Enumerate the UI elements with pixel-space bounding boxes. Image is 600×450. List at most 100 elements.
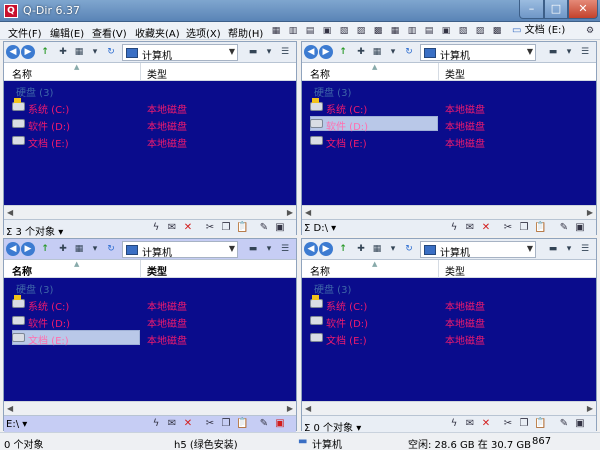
cut-icon[interactable]: ✂ bbox=[204, 222, 216, 234]
list-item-selected[interactable]: 软件 (D:) 本地磁盘 bbox=[302, 116, 596, 133]
edit-icon[interactable]: ✎ bbox=[258, 418, 270, 430]
column-separator[interactable] bbox=[140, 63, 141, 81]
dropdown-icon[interactable]: ▾ bbox=[386, 45, 400, 59]
delete-icon[interactable]: ✕ bbox=[182, 222, 194, 234]
layout-icon[interactable]: ▦ bbox=[270, 25, 282, 37]
new-folder-icon[interactable]: ✚ bbox=[354, 45, 368, 59]
delete-icon[interactable]: ✕ bbox=[182, 418, 194, 430]
column-type[interactable]: 类型 bbox=[147, 263, 167, 278]
list-item[interactable]: 系统 (C:) 本地磁盘 bbox=[4, 98, 296, 116]
options-icon[interactable]: ⚙ bbox=[584, 25, 596, 37]
list-item-selected[interactable]: 文档 (E:) 本地磁盘 bbox=[4, 330, 296, 347]
mail-icon[interactable]: ✉ bbox=[464, 222, 476, 234]
chevron-down-icon[interactable]: ▾ bbox=[562, 242, 576, 256]
menu-help[interactable]: 帮助(H) bbox=[228, 25, 263, 40]
paste-icon[interactable]: 📋 bbox=[534, 418, 546, 430]
layout-2-icon[interactable]: ▥ bbox=[287, 25, 299, 37]
properties-icon[interactable]: ▣ bbox=[574, 222, 586, 234]
lightning-icon[interactable]: ϟ bbox=[150, 222, 162, 234]
new-folder-icon[interactable]: ✚ bbox=[56, 242, 70, 256]
chevron-down-icon[interactable]: ▼ bbox=[229, 244, 235, 253]
paste-icon[interactable]: 📋 bbox=[534, 222, 546, 234]
horizontal-scrollbar[interactable]: ◀ ▶ bbox=[302, 205, 596, 219]
delete-icon[interactable]: ✕ bbox=[480, 418, 492, 430]
mail-icon[interactable]: ✉ bbox=[464, 418, 476, 430]
copy-icon[interactable]: ❐ bbox=[220, 222, 232, 234]
layout-3-icon[interactable]: ▤ bbox=[304, 25, 316, 37]
chevron-down-icon[interactable]: ▼ bbox=[527, 244, 533, 253]
layout-14-icon[interactable]: ▩ bbox=[491, 25, 503, 37]
refresh-icon[interactable]: ↻ bbox=[104, 242, 118, 256]
list-icon[interactable]: ☰ bbox=[278, 242, 292, 256]
dropdown-icon[interactable]: ▾ bbox=[386, 242, 400, 256]
up-folder-icon[interactable]: ↑ bbox=[38, 45, 52, 59]
column-separator[interactable] bbox=[438, 63, 439, 81]
list-icon[interactable]: ☰ bbox=[278, 45, 292, 59]
layout-4-icon[interactable]: ▣ bbox=[321, 25, 333, 37]
horizontal-scrollbar[interactable]: ◀ ▶ bbox=[302, 401, 596, 415]
forward-icon[interactable]: ▶ bbox=[21, 45, 35, 59]
drive-selector[interactable]: ▭ 文档 (E:) bbox=[512, 24, 580, 38]
refresh-icon[interactable]: ↻ bbox=[402, 242, 416, 256]
horizontal-scrollbar[interactable]: ◀ ▶ bbox=[4, 205, 296, 219]
column-separator[interactable] bbox=[438, 260, 439, 278]
back-icon[interactable]: ◀ bbox=[304, 45, 318, 59]
properties-icon[interactable]: ▣ bbox=[574, 418, 586, 430]
new-folder-icon[interactable]: ✚ bbox=[354, 242, 368, 256]
column-name[interactable]: 名称 bbox=[310, 263, 330, 278]
maximize-button[interactable]: □ bbox=[544, 0, 568, 19]
layout-5-icon[interactable]: ▧ bbox=[338, 25, 350, 37]
edit-icon[interactable]: ✎ bbox=[558, 418, 570, 430]
up-folder-icon[interactable]: ↑ bbox=[38, 242, 52, 256]
column-name[interactable]: 名称 bbox=[310, 66, 330, 81]
list-item[interactable]: 软件 (D:) 本地磁盘 bbox=[302, 313, 596, 330]
list-icon[interactable]: ☰ bbox=[578, 45, 592, 59]
layout-10-icon[interactable]: ▤ bbox=[423, 25, 435, 37]
lightning-icon[interactable]: ϟ bbox=[448, 222, 460, 234]
copy-icon[interactable]: ❐ bbox=[518, 418, 530, 430]
paste-icon[interactable]: 📋 bbox=[236, 222, 248, 234]
menu-edit[interactable]: 编辑(E) bbox=[50, 25, 84, 40]
menu-file[interactable]: 文件(F) bbox=[8, 25, 42, 40]
column-separator[interactable] bbox=[140, 260, 141, 278]
up-folder-icon[interactable]: ↑ bbox=[336, 242, 350, 256]
layout-7-icon[interactable]: ▩ bbox=[372, 25, 384, 37]
scroll-right-icon[interactable]: ▶ bbox=[587, 208, 593, 217]
paste-icon[interactable]: 📋 bbox=[236, 418, 248, 430]
chevron-down-icon[interactable]: ▾ bbox=[562, 45, 576, 59]
scroll-right-icon[interactable]: ▶ bbox=[287, 404, 293, 413]
chevron-down-icon[interactable]: ▼ bbox=[229, 47, 235, 56]
layout-12-icon[interactable]: ▧ bbox=[457, 25, 469, 37]
view-mode-icon[interactable]: ▦ bbox=[72, 242, 86, 256]
address-bar[interactable]: 计算机 ▼ bbox=[420, 44, 536, 62]
monitor-icon[interactable]: ▬ bbox=[546, 45, 560, 59]
address-bar[interactable]: 计算机 ▼ bbox=[122, 44, 238, 62]
monitor-icon[interactable]: ▬ bbox=[246, 45, 260, 59]
menu-favorites[interactable]: 收藏夹(A) bbox=[135, 25, 180, 40]
list-item[interactable]: 系统 (C:) 本地磁盘 bbox=[302, 295, 596, 313]
copy-icon[interactable]: ❐ bbox=[518, 222, 530, 234]
list-item[interactable]: 系统 (C:) 本地磁盘 bbox=[302, 98, 596, 116]
address-bar[interactable]: 计算机 ▼ bbox=[420, 241, 536, 259]
view-mode-icon[interactable]: ▦ bbox=[370, 242, 384, 256]
scroll-right-icon[interactable]: ▶ bbox=[287, 208, 293, 217]
horizontal-scrollbar[interactable]: ◀ ▶ bbox=[4, 401, 296, 415]
lightning-icon[interactable]: ϟ bbox=[150, 418, 162, 430]
address-bar[interactable]: 计算机 ▼ bbox=[122, 241, 238, 259]
delete-icon[interactable]: ✕ bbox=[480, 222, 492, 234]
list-icon[interactable]: ☰ bbox=[578, 242, 592, 256]
column-type[interactable]: 类型 bbox=[147, 66, 167, 81]
cut-icon[interactable]: ✂ bbox=[502, 418, 514, 430]
list-item[interactable]: 文档 (E:) 本地磁盘 bbox=[4, 133, 296, 150]
scroll-left-icon[interactable]: ◀ bbox=[7, 208, 13, 217]
forward-icon[interactable]: ▶ bbox=[319, 45, 333, 59]
layout-9-icon[interactable]: ▥ bbox=[406, 25, 418, 37]
properties-icon[interactable]: ▣ bbox=[274, 418, 286, 430]
list-item[interactable]: 文档 (E:) 本地磁盘 bbox=[302, 133, 596, 150]
chevron-down-icon[interactable]: ▾ bbox=[262, 242, 276, 256]
mail-icon[interactable]: ✉ bbox=[166, 418, 178, 430]
cut-icon[interactable]: ✂ bbox=[204, 418, 216, 430]
up-folder-icon[interactable]: ↑ bbox=[336, 45, 350, 59]
column-type[interactable]: 类型 bbox=[445, 66, 465, 81]
minimize-button[interactable]: – bbox=[519, 0, 544, 19]
